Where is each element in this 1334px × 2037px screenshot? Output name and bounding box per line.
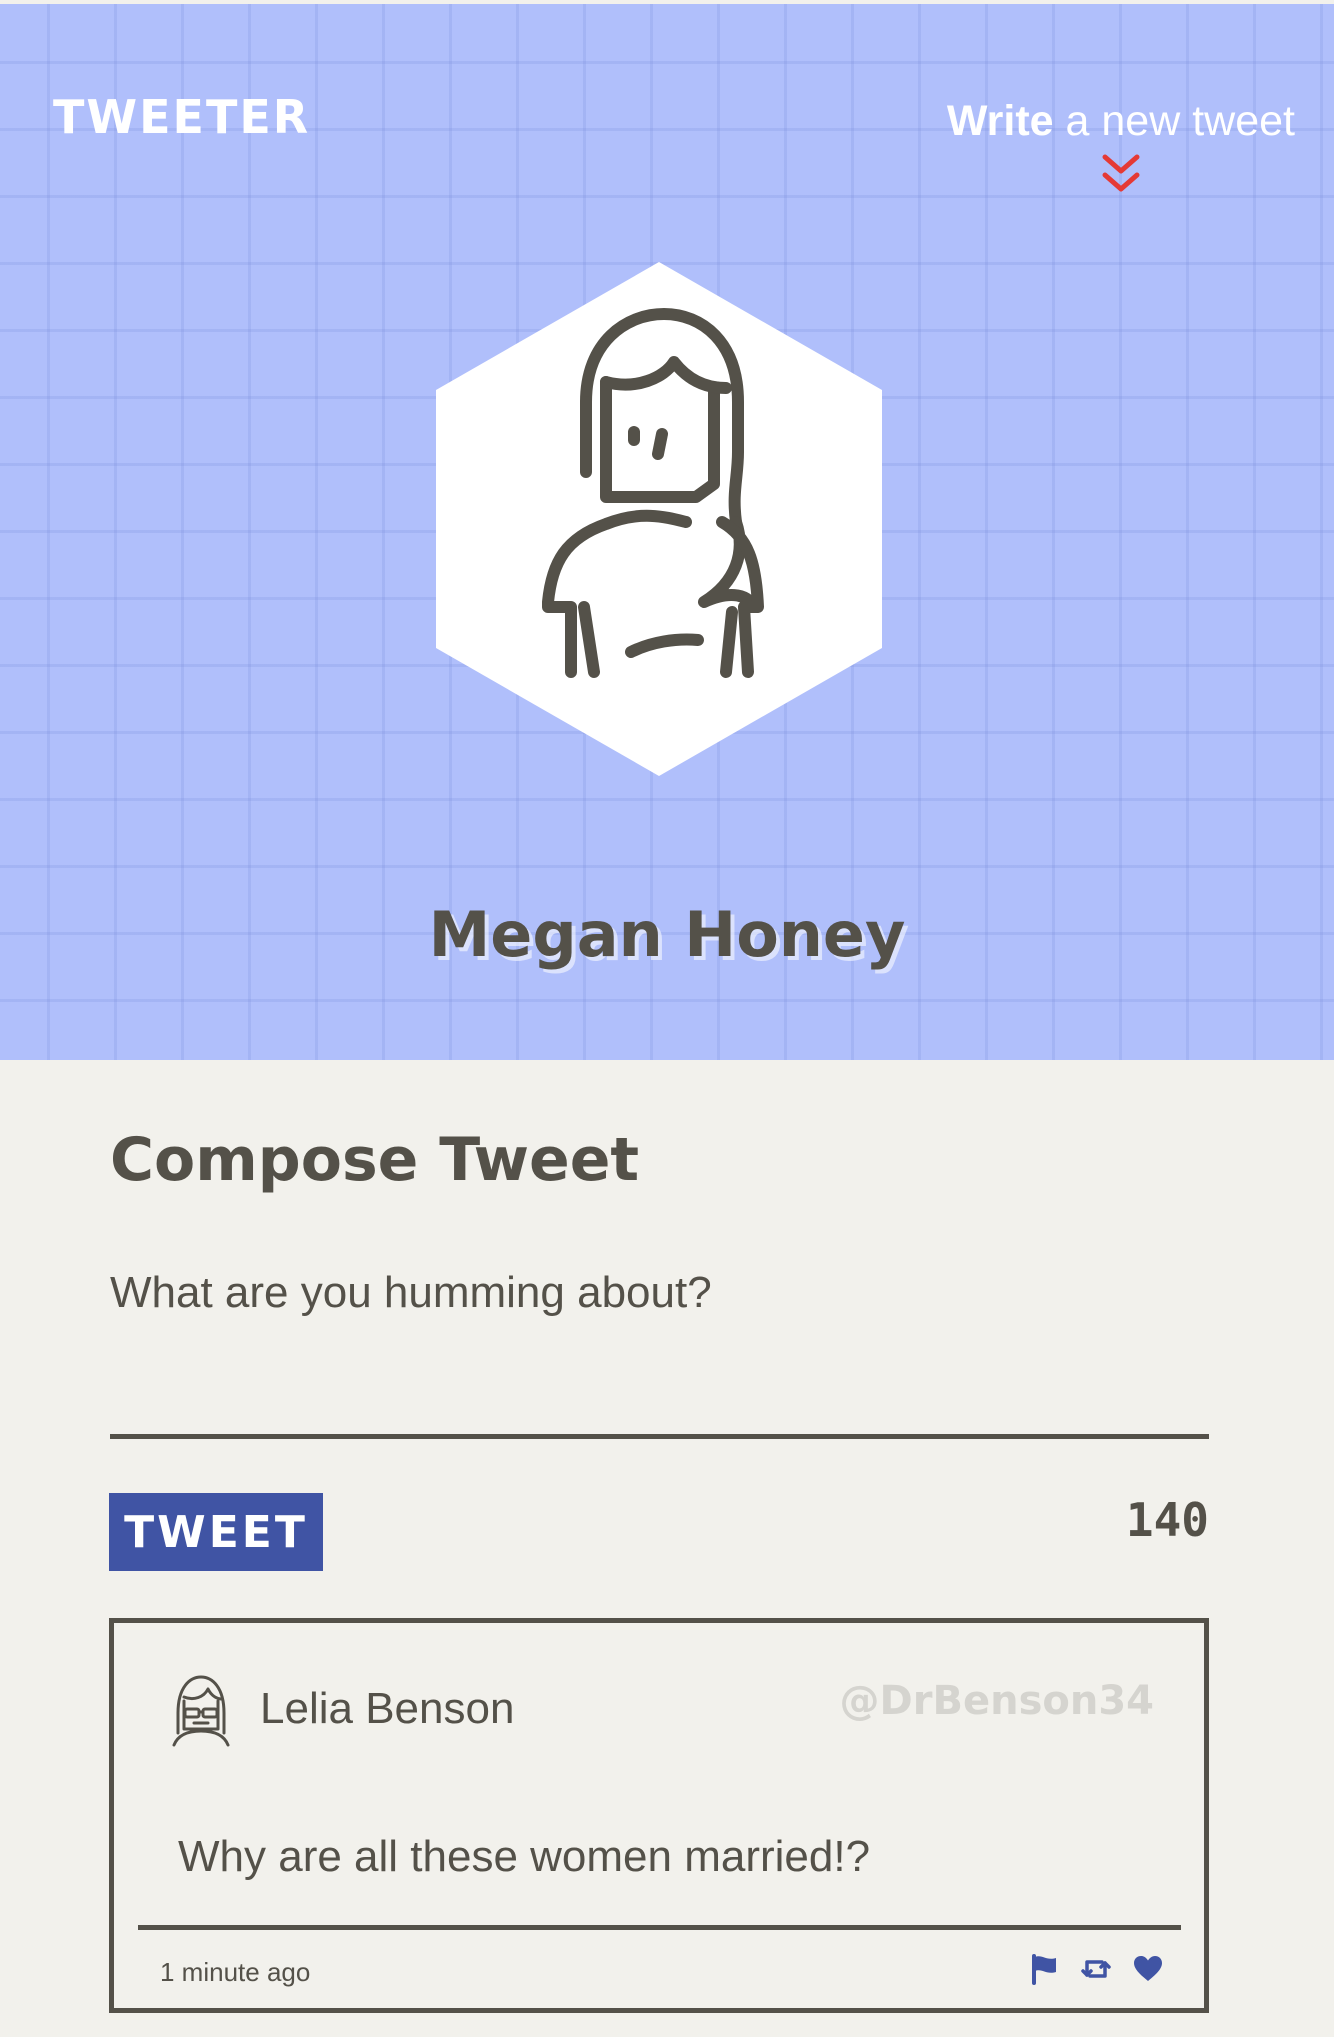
- tweet-body: Why are all these women married!?: [178, 1832, 871, 1881]
- user-avatar-icon: [172, 1675, 230, 1747]
- profile-header: TWEETER Write a new tweet Megan Honey: [0, 4, 1334, 1060]
- double-chevron-down-icon[interactable]: [1101, 153, 1141, 197]
- character-counter: 140: [1125, 1493, 1209, 1547]
- tweet-button[interactable]: TWEET: [109, 1493, 323, 1571]
- flag-icon[interactable]: [1028, 1953, 1060, 1985]
- write-strong-text: Write: [946, 97, 1054, 145]
- tweet-actions: [1028, 1953, 1164, 1985]
- tweet-divider: [138, 1925, 1181, 1930]
- profile-avatar: [436, 262, 882, 776]
- write-new-tweet-label: Write a new tweet: [947, 100, 1295, 143]
- tweet-author-handle: @DrBenson34: [839, 1678, 1154, 1724]
- compose-title: Compose Tweet: [110, 1125, 640, 1195]
- heart-icon[interactable]: [1132, 1953, 1164, 1985]
- brand-logo[interactable]: TWEETER: [53, 94, 310, 140]
- tweet-card: Lelia Benson @DrBenson34 Why are all the…: [109, 1618, 1209, 2013]
- write-rest-text: a new tweet: [1053, 97, 1295, 145]
- write-new-tweet-link[interactable]: Write a new tweet: [947, 100, 1295, 197]
- profile-name: Megan Honey: [428, 898, 906, 971]
- tweet-textarea[interactable]: [110, 1258, 1209, 1439]
- tweet-timestamp: 1 minute ago: [160, 1957, 311, 1987]
- hexagon-avatar-icon: [436, 262, 882, 776]
- retweet-icon[interactable]: [1080, 1953, 1112, 1985]
- tweet-author-name: Lelia Benson: [260, 1684, 515, 1733]
